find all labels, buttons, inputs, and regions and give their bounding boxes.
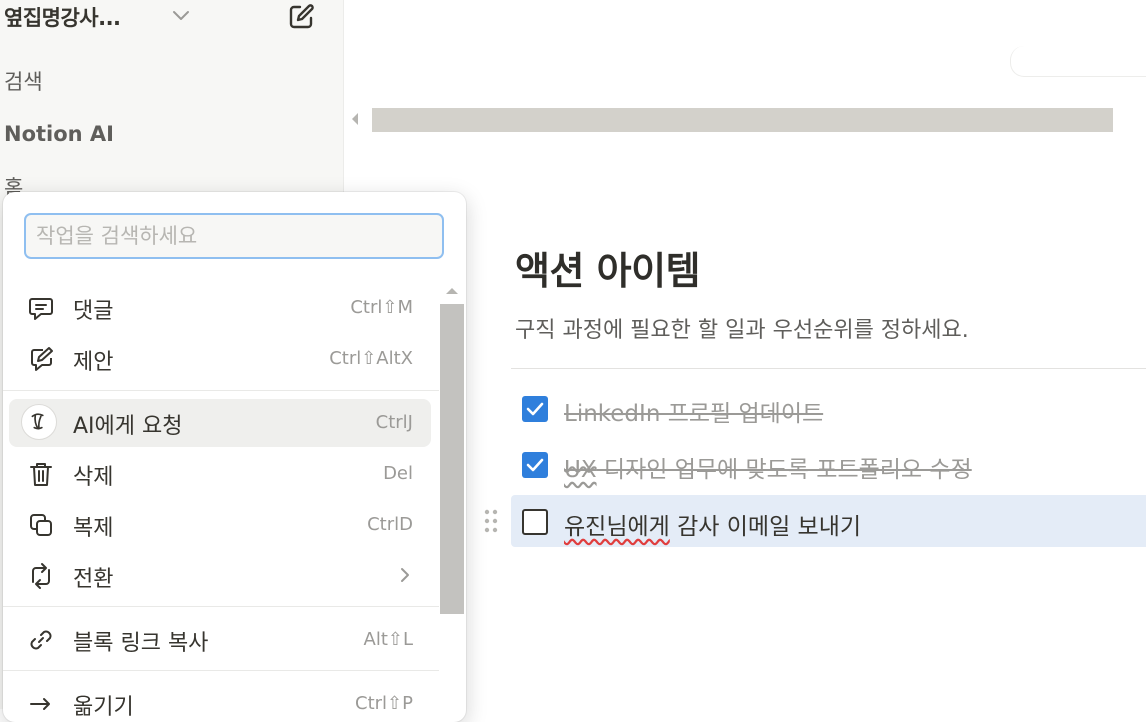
shortcut-text: Ctrl⇧P [355, 693, 413, 714]
menu-item-delete[interactable]: 삭제 Del [9, 450, 431, 498]
turn-into-icon [32, 563, 50, 589]
checkbox-checked[interactable] [522, 396, 548, 422]
menu-item-label: AI에게 요청 [73, 414, 183, 439]
menu-divider [3, 606, 439, 607]
shortcut-text: Alt⇧L [363, 629, 413, 650]
todo-text-part: 디자인 업무에 맞도록 포트폴리오 수정 [596, 457, 972, 483]
menu-item-label: 댓글 [73, 299, 114, 324]
menu-item-label: 옮기기 [73, 695, 134, 720]
block-action-menu: 댓글 Ctrl⇧M 제안 Ctrl⇧AltX AI에게 요청 CtrlJ 삭제 … [3, 192, 466, 722]
menu-scrollbar[interactable] [440, 304, 464, 614]
comment-icon [29, 298, 53, 320]
check-icon [526, 458, 544, 472]
menu-item-label: 제안 [73, 350, 114, 375]
top-toolbar-pill [1010, 46, 1146, 77]
todo-text-part: 감사 이메일 보내기 [669, 514, 862, 540]
check-icon [526, 402, 544, 416]
menu-divider [3, 670, 439, 671]
menu-item-label: 전환 [73, 567, 114, 592]
workspace-name[interactable]: 옆집명강사... [4, 2, 121, 32]
shortcut-text: CtrlJ [375, 412, 413, 433]
page-heading: 액션 아이템 [515, 249, 701, 293]
notion-ai-icon [21, 404, 57, 440]
menu-item-move[interactable]: 옮기기 Ctrl⇧P [9, 680, 431, 722]
shortcut-text: Ctrl⇧M [350, 297, 413, 318]
todo-text[interactable]: 유진님에게 감사 이메일 보내기 [564, 507, 861, 541]
todo-item[interactable]: UX 디자인 업무에 맞도록 포트폴리오 수정 [511, 438, 1146, 490]
menu-item-copy-link[interactable]: 블록 링크 복사 Alt⇧L [9, 616, 431, 664]
shortcut-text: Del [383, 463, 413, 484]
action-search-input[interactable] [24, 213, 444, 259]
shortcut-text: CtrlD [367, 514, 413, 535]
menu-item-comment[interactable]: 댓글 Ctrl⇧M [9, 284, 431, 332]
duplicate-icon [30, 514, 52, 536]
checkbox-checked[interactable] [522, 452, 548, 478]
suggest-edit-icon [31, 347, 53, 371]
misspelled-word: UX [564, 457, 597, 483]
todo-item[interactable]: LinkedIn 프로필 업데이트 [511, 382, 1146, 434]
scroll-left-arrow-icon[interactable] [352, 113, 358, 125]
menu-scroll-up-icon[interactable] [446, 288, 458, 294]
todo-text-part: LinkedIn 프로필 업데이트 [564, 401, 824, 427]
sidebar-item-search[interactable]: 검색 [4, 66, 43, 96]
menu-item-turn-into[interactable]: 전환 [9, 552, 431, 600]
chevron-down-icon[interactable] [170, 4, 192, 26]
todo-text[interactable]: UX 디자인 업무에 맞도록 포트폴리오 수정 [564, 450, 972, 484]
trash-icon [30, 463, 52, 486]
menu-item-label: 삭제 [73, 465, 114, 490]
drag-handle-icon[interactable] [482, 507, 500, 535]
divider [511, 368, 1146, 369]
horizontal-scrollbar[interactable] [372, 108, 1113, 132]
new-page-icon[interactable] [286, 2, 316, 32]
checkbox-unchecked[interactable] [522, 509, 548, 535]
todo-text[interactable]: LinkedIn 프로필 업데이트 [564, 394, 823, 428]
menu-item-ask-ai[interactable]: AI에게 요청 CtrlJ [9, 399, 431, 447]
sidebar-item-notion-ai[interactable]: Notion AI [4, 122, 114, 146]
todo-item-selected[interactable]: 유진님에게 감사 이메일 보내기 [511, 495, 1146, 547]
move-icon [30, 698, 50, 710]
misspelled-word: 유진님에게 [564, 514, 670, 540]
menu-item-label: 복제 [73, 516, 114, 541]
chevron-right-icon [401, 568, 409, 582]
menu-item-suggest[interactable]: 제안 Ctrl⇧AltX [9, 335, 431, 383]
menu-item-label: 블록 링크 복사 [73, 631, 209, 656]
menu-item-duplicate[interactable]: 복제 CtrlD [9, 501, 431, 549]
shortcut-text: Ctrl⇧AltX [329, 348, 413, 369]
link-icon [30, 630, 52, 650]
page-description: 구직 과정에 필요한 할 일과 우선순위를 정하세요. [515, 318, 969, 343]
menu-divider [3, 390, 439, 391]
